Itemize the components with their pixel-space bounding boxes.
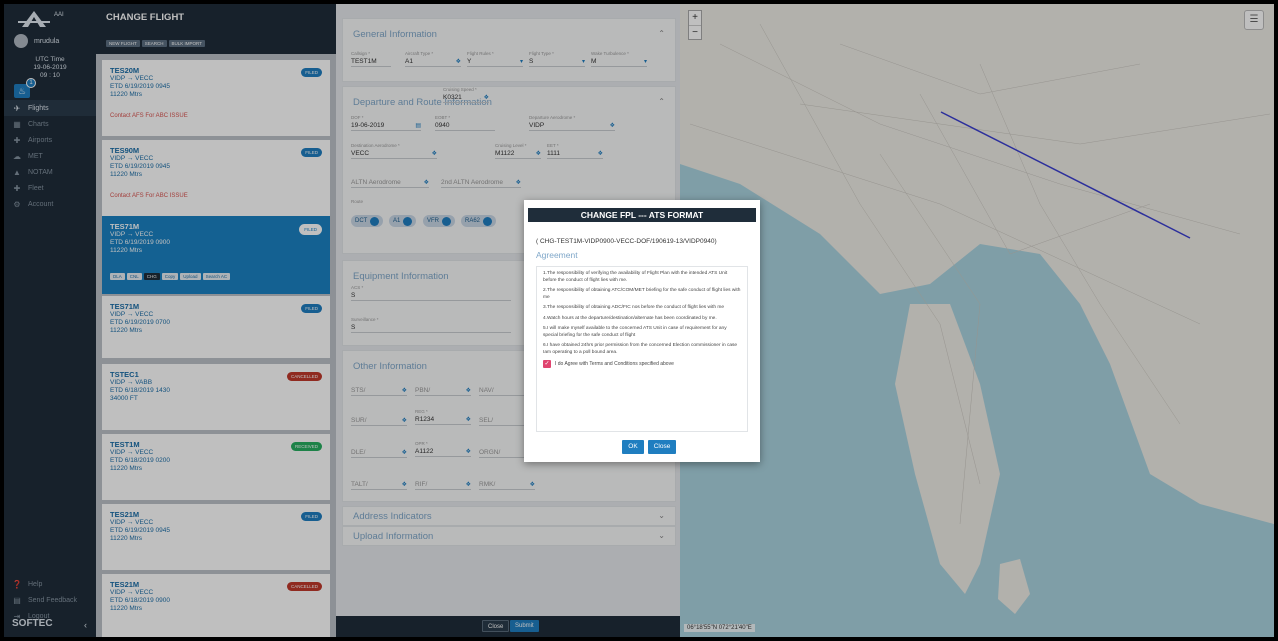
term-item: 3.The responsibility of obtaining ADC/FI… [543, 305, 725, 310]
term-item: 4.Watch hours at the departure/destinati… [543, 315, 717, 321]
term-item: 2.The responsibility of obtaining ATC/CO… [543, 288, 741, 300]
term-item: 1.The responsibility of verifying the av… [543, 271, 728, 283]
agreement-title: Agreement [536, 250, 578, 260]
change-fpl-modal: CHANGE FPL --- ATS FORMAT ( CHG-TEST1M-V… [524, 200, 760, 462]
agree-checkbox[interactable]: ✓ I do Agree with Terms and Conditions s… [543, 360, 741, 368]
fpl-message: ( CHG-TEST1M-VIDP0900-VECC-DOF/190619-13… [536, 238, 717, 245]
ok-button[interactable]: OK [622, 440, 644, 454]
checkbox-label: I do Agree with Terms and Conditions spe… [555, 361, 674, 367]
checkbox-checked-icon[interactable]: ✓ [543, 360, 551, 368]
term-item: 5.I will make myself available to the co… [543, 326, 727, 338]
terms-list[interactable]: 1.The responsibility of verifying the av… [536, 266, 748, 432]
modal-title: CHANGE FPL --- ATS FORMAT [528, 208, 756, 222]
close-button[interactable]: Close [648, 440, 676, 454]
app-frame: AAI mrudula UTC Time 19-06-2019 09 : 10 … [4, 4, 1274, 637]
term-item: 6.I have obtained 24hrs prior permission… [543, 343, 738, 355]
